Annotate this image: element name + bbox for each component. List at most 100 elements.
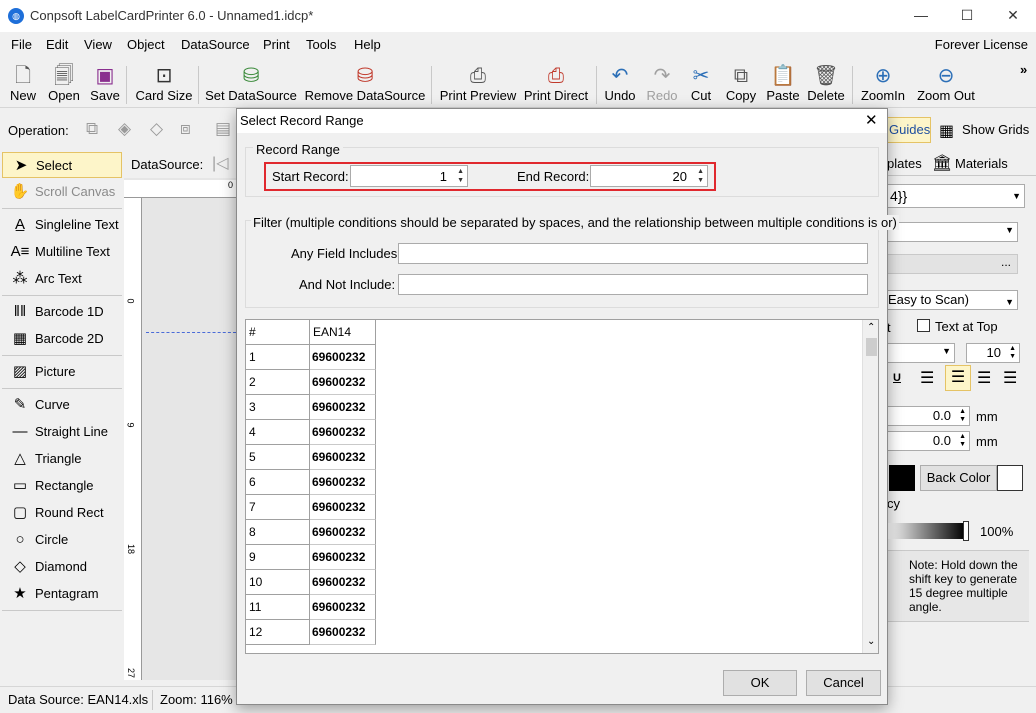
grid-cell-ean14[interactable]: 69600232 — [310, 345, 376, 370]
back-color-button[interactable]: Back Color — [920, 465, 997, 491]
grid-row-header[interactable]: 12 — [246, 620, 310, 645]
zoom-in-button[interactable]: ⊕ ZoomIn — [858, 64, 908, 108]
format-field[interactable]: ... — [887, 254, 1018, 274]
menu-file[interactable]: File — [11, 37, 32, 52]
delete-button[interactable]: 🗑 Delete — [806, 64, 846, 108]
grid-header-index[interactable]: # — [246, 320, 310, 345]
menu-object[interactable]: Object — [127, 37, 165, 52]
new-button[interactable]: 🗋 New — [6, 64, 40, 108]
remove-datasource-button[interactable]: ⛁ Remove DataSource — [304, 64, 426, 108]
dialog-close-icon[interactable]: ✕ — [865, 111, 878, 129]
font-size-spin[interactable]: 10 ▲ ▼ — [966, 343, 1020, 363]
grid-cell-ean14[interactable]: 69600232 — [310, 395, 376, 420]
tab-materials[interactable]: Materials — [955, 156, 1008, 171]
layer-bottom-icon[interactable]: ⧈ — [180, 119, 191, 139]
tab-templates[interactable]: plates — [887, 156, 922, 171]
maximize-button[interactable]: ☐ — [944, 0, 990, 32]
opacity-slider[interactable] — [887, 523, 965, 539]
grid-cell-ean14[interactable]: 69600232 — [310, 620, 376, 645]
copy-button[interactable]: ⧉ Copy — [722, 64, 760, 108]
guides-toggle[interactable]: Guides — [887, 117, 931, 143]
scroll-down-icon[interactable]: ⌄ — [867, 636, 875, 647]
tool-straight-line[interactable]: — Straight Line — [2, 419, 122, 445]
underline-button[interactable]: U — [893, 372, 901, 384]
grid-cell-ean14[interactable]: 69600232 — [310, 595, 376, 620]
tool-select[interactable]: ➤ Select — [2, 152, 122, 178]
menu-tools[interactable]: Tools — [306, 37, 336, 52]
scroll-thumb[interactable] — [866, 338, 877, 356]
grid-cell-ean14[interactable]: 69600232 — [310, 445, 376, 470]
first-record-icon[interactable]: |◁ — [212, 153, 228, 173]
tool-multiline-text[interactable]: A≡ Multiline Text — [2, 239, 122, 265]
paste-button[interactable]: 📋 Paste — [764, 64, 802, 108]
barcode-mode-combo[interactable]: Easy to Scan) ▼ — [887, 290, 1018, 310]
spin-arrows-icon[interactable]: ▲ ▼ — [697, 167, 704, 185]
cancel-button[interactable]: Cancel — [806, 670, 881, 696]
grid-row-header[interactable]: 9 — [246, 545, 310, 570]
tool-arc-text[interactable]: ⁂ Arc Text — [2, 266, 122, 292]
opacity-slider-thumb[interactable] — [963, 521, 969, 541]
grid-cell-ean14[interactable]: 69600232 — [310, 495, 376, 520]
show-grids-toggle[interactable]: Show Grids — [962, 122, 1029, 137]
layer-up-icon[interactable]: ⧉ — [86, 119, 98, 139]
grid-cell-ean14[interactable]: 69600232 — [310, 420, 376, 445]
menu-print[interactable]: Print — [263, 37, 290, 52]
grid-cell-ean14[interactable]: 69600232 — [310, 545, 376, 570]
cut-button[interactable]: ✂ Cut — [686, 64, 716, 108]
start-record-spin[interactable]: 1 ▲ ▼ — [350, 165, 468, 187]
grid-row-header[interactable]: 8 — [246, 520, 310, 545]
open-button[interactable]: 🗐 Open — [44, 64, 84, 108]
layer-top-icon[interactable]: ◈ — [118, 119, 131, 139]
tool-diamond[interactable]: ◇ Diamond — [2, 554, 122, 580]
grid-row-header[interactable]: 2 — [246, 370, 310, 395]
minimize-button[interactable]: — — [898, 0, 944, 32]
print-direct-button[interactable]: ⎙ Print Direct — [522, 64, 590, 108]
align-right-icon[interactable]: ☰ — [977, 368, 991, 388]
toolbar-overflow-button[interactable]: » — [1020, 62, 1027, 77]
datasource-field-combo[interactable]: ▼ — [887, 222, 1018, 242]
align-left-icon[interactable]: ☰ — [920, 368, 934, 388]
tool-round-rect[interactable]: ▢ Round Rect — [2, 500, 122, 526]
tool-circle[interactable]: ○ Circle — [2, 527, 122, 553]
font-combo[interactable]: ▼ — [887, 343, 955, 363]
layer-down-icon[interactable]: ◇ — [150, 119, 163, 139]
design-canvas[interactable]: 0 0 9 18 27 — [124, 150, 236, 680]
end-record-spin[interactable]: 20 ▲ ▼ — [590, 165, 708, 187]
card-size-button[interactable]: ⊡ Card Size — [134, 64, 194, 108]
tool-triangle[interactable]: △ Triangle — [2, 446, 122, 472]
menu-help[interactable]: Help — [354, 37, 381, 52]
tool-pentagram[interactable]: ★ Pentagram — [2, 581, 122, 607]
y-position-spin[interactable]: 0.0 ▲ ▼ — [887, 431, 970, 451]
undo-button[interactable]: ↶ Undo — [602, 64, 638, 108]
grid-cell-ean14[interactable]: 69600232 — [310, 370, 376, 395]
scroll-up-icon[interactable]: ⌃ — [867, 322, 875, 333]
grid-scrollbar[interactable]: ⌃ ⌄ — [862, 320, 878, 653]
tool-curve[interactable]: ✎ Curve — [2, 392, 122, 418]
grid-row-header[interactable]: 5 — [246, 445, 310, 470]
tool-singleline-text[interactable]: A̲ Singleline Text — [2, 212, 122, 238]
spin-arrows-icon[interactable]: ▲ ▼ — [457, 167, 464, 185]
text-at-top-checkbox[interactable] — [917, 319, 930, 332]
grid-row-header[interactable]: 4 — [246, 420, 310, 445]
not-include-input[interactable] — [398, 274, 868, 295]
print-preview-button[interactable]: ⎙ Print Preview — [438, 64, 518, 108]
save-button[interactable]: ▣ Save — [88, 64, 122, 108]
tool-barcode-1d[interactable]: ‖‖ Barcode 1D — [2, 299, 122, 325]
set-datasource-button[interactable]: ⛁ Set DataSource — [205, 64, 297, 108]
records-grid[interactable]: # EAN14 1 69600232 2 69600232 3 69600232 4 6960… — [245, 319, 879, 654]
grid-row-header[interactable]: 1 — [246, 345, 310, 370]
grid-row-header[interactable]: 6 — [246, 470, 310, 495]
field-combo[interactable]: 4}} ▼ — [887, 184, 1025, 208]
align-icon[interactable]: ▤ — [215, 119, 231, 139]
grid-row-header[interactable]: 3 — [246, 395, 310, 420]
zoom-out-button[interactable]: ⊖ Zoom Out — [914, 64, 978, 108]
menu-datasource[interactable]: DataSource — [181, 37, 250, 52]
menu-view[interactable]: View — [84, 37, 112, 52]
tool-picture[interactable]: ▨ Picture — [2, 359, 122, 385]
back-color-swatch[interactable] — [997, 465, 1023, 491]
redo-button[interactable]: ↷ Redo — [644, 64, 680, 108]
ok-button[interactable]: OK — [723, 670, 797, 696]
grid-row-header[interactable]: 7 — [246, 495, 310, 520]
x-position-spin[interactable]: 0.0 ▲ ▼ — [887, 406, 970, 426]
align-justify-icon[interactable]: ☰ — [1003, 368, 1017, 388]
